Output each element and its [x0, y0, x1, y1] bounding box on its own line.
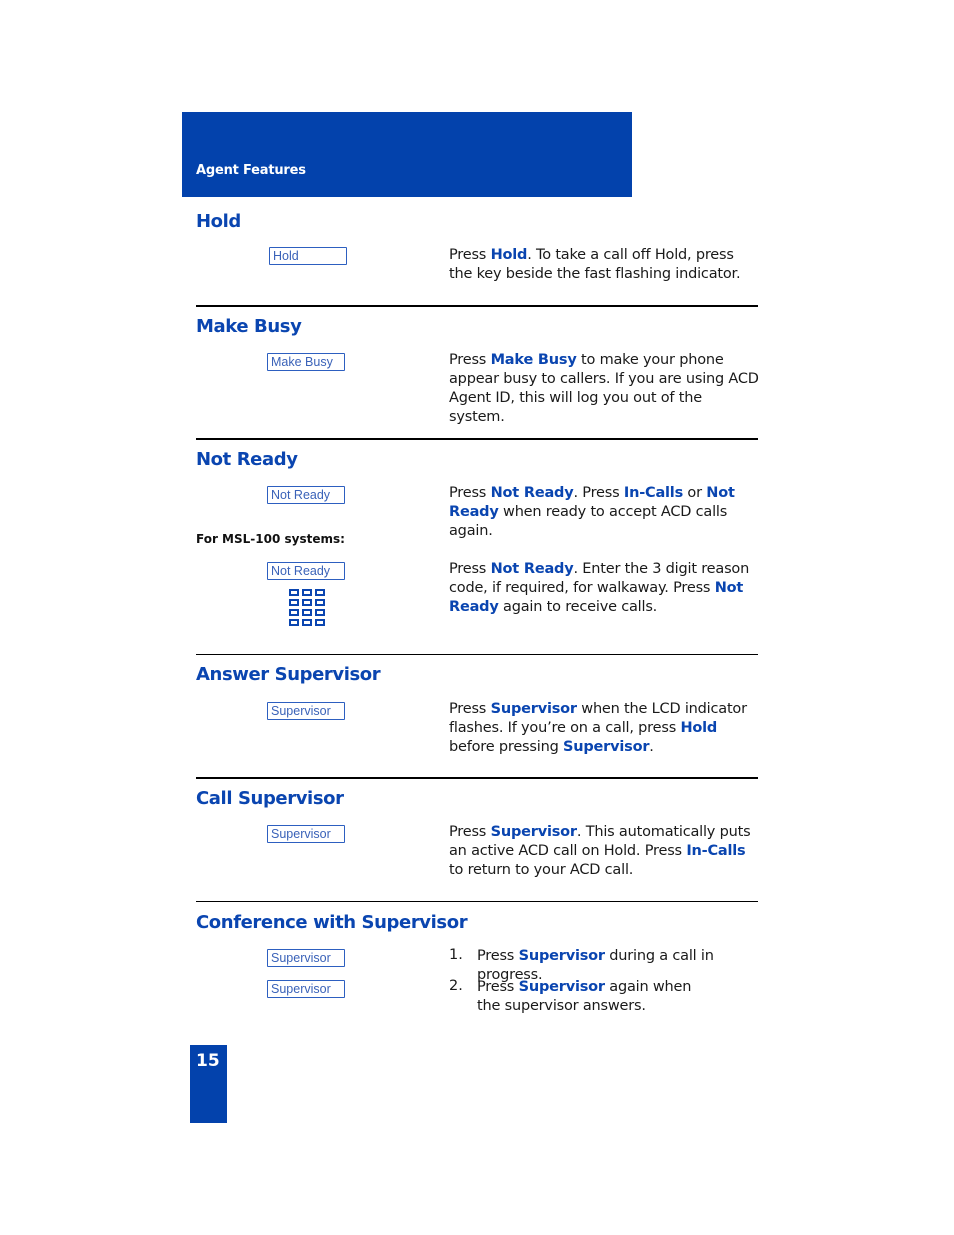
- text: Press: [449, 701, 491, 717]
- key-ref: In-Calls: [623, 485, 684, 501]
- answer-supervisor-key[interactable]: Supervisor: [267, 702, 345, 720]
- msl-not-ready-description: Press Not Ready. Enter the 3 digit reaso…: [449, 560, 759, 617]
- msl-not-ready-key[interactable]: Not Ready: [267, 562, 345, 580]
- section-title-conference-supervisor: Conference with Supervisor: [196, 912, 468, 933]
- text: Press: [449, 247, 491, 263]
- key-ref: Supervisor: [562, 739, 650, 755]
- text: again to receive calls.: [498, 599, 658, 615]
- step-number: 1.: [449, 947, 463, 963]
- text: Press: [477, 979, 519, 995]
- page-number: 15: [196, 1051, 220, 1071]
- text: before pressing: [449, 739, 563, 755]
- key-ref: In-Calls: [686, 843, 746, 859]
- header-title: Agent Features: [196, 163, 306, 178]
- text: Press: [477, 948, 519, 964]
- section-title-answer-supervisor: Answer Supervisor: [196, 664, 381, 685]
- divider: [196, 777, 758, 779]
- msl-subheading: For MSL-100 systems:: [196, 532, 345, 546]
- text: or: [683, 485, 707, 501]
- key-ref: Not Ready: [490, 485, 574, 501]
- text: Press: [449, 824, 491, 840]
- text: . Press: [573, 485, 624, 501]
- section-title-hold: Hold: [196, 211, 241, 232]
- conference-step2-supervisor-key[interactable]: Supervisor: [267, 980, 345, 998]
- answer-supervisor-description: Press Supervisor when the LCD indicator …: [449, 700, 759, 757]
- text: to return to your ACD call.: [449, 862, 634, 878]
- not-ready-description: Press Not Ready. Press In-Calls or Not R…: [449, 484, 759, 541]
- hold-key[interactable]: Hold: [269, 247, 347, 265]
- section-title-call-supervisor: Call Supervisor: [196, 788, 344, 809]
- text: Press: [449, 561, 491, 577]
- key-ref: Hold: [490, 247, 528, 263]
- text: .: [649, 739, 654, 755]
- section-title-make-busy: Make Busy: [196, 316, 302, 337]
- not-ready-key[interactable]: Not Ready: [267, 486, 345, 504]
- conference-step2-description: Press Supervisor again when the supervis…: [477, 978, 717, 1016]
- conference-step1-supervisor-key[interactable]: Supervisor: [267, 949, 345, 967]
- make-busy-description: Press Make Busy to make your phone appea…: [449, 351, 759, 427]
- key-ref: Supervisor: [518, 948, 605, 964]
- text: Press: [449, 485, 491, 501]
- key-ref: Supervisor: [490, 701, 577, 717]
- call-supervisor-key[interactable]: Supervisor: [267, 825, 345, 843]
- key-ref: Make Busy: [490, 352, 577, 368]
- key-ref: Supervisor: [490, 824, 577, 840]
- step-number: 2.: [449, 978, 463, 994]
- divider: [196, 305, 758, 307]
- divider: [196, 901, 758, 902]
- header-band: Agent Features: [182, 112, 632, 197]
- dialpad-icon: [289, 589, 329, 627]
- text: Press: [449, 352, 491, 368]
- hold-description: Press Hold. To take a call off Hold, pre…: [449, 246, 759, 284]
- make-busy-key[interactable]: Make Busy: [267, 353, 345, 371]
- key-ref: Supervisor: [518, 979, 605, 995]
- section-title-not-ready: Not Ready: [196, 449, 298, 470]
- key-ref: Not Ready: [490, 561, 574, 577]
- page-number-tab: 15: [190, 1045, 227, 1123]
- call-supervisor-description: Press Supervisor. This automatically put…: [449, 823, 759, 880]
- divider: [196, 438, 758, 440]
- key-ref: Hold: [680, 720, 718, 736]
- divider: [196, 654, 758, 655]
